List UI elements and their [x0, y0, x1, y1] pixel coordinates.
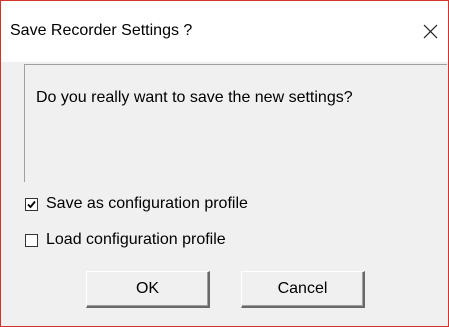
message-text: Do you really want to save the new setti… [36, 89, 353, 106]
ok-button[interactable]: OK [86, 271, 210, 308]
title-bar[interactable]: Save Recorder Settings ? [1, 1, 448, 62]
cancel-button[interactable]: Cancel [241, 271, 365, 308]
load-profile-checkbox[interactable] [25, 233, 38, 247]
checkmark-icon [27, 200, 36, 208]
close-button[interactable] [416, 15, 446, 47]
dialog-title: Save Recorder Settings ? [10, 22, 193, 39]
dialog-window: Save Recorder Settings ? Do you really w… [0, 0, 449, 327]
load-profile-label: Load configuration profile [46, 231, 226, 248]
save-profile-option[interactable]: Save as configuration profile [25, 194, 248, 214]
message-panel: Do you really want to save the new setti… [24, 64, 447, 182]
save-profile-label: Save as configuration profile [46, 195, 248, 212]
load-profile-option[interactable]: Load configuration profile [25, 230, 226, 250]
save-profile-checkbox[interactable] [25, 197, 38, 211]
close-icon [423, 24, 438, 39]
